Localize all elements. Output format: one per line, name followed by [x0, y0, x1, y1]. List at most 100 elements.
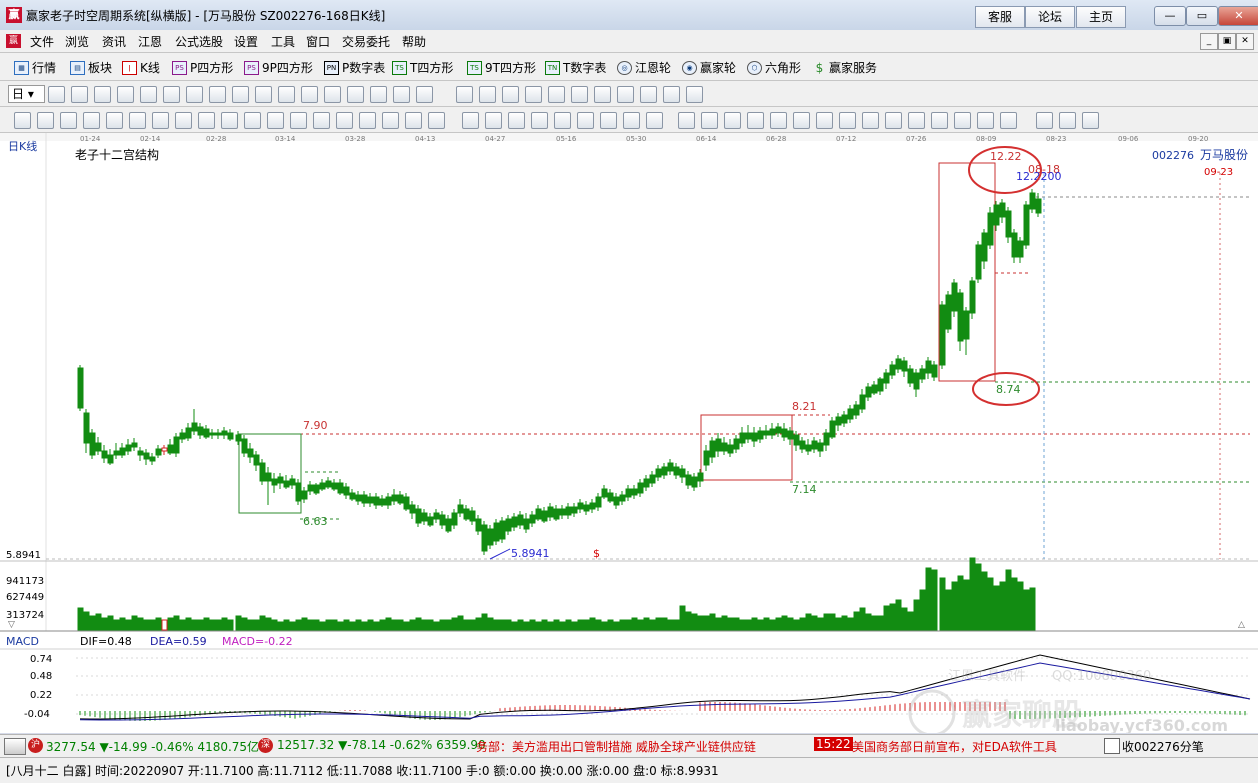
ruler-icon[interactable]	[508, 112, 525, 129]
news-headline-1[interactable]: 务部：美方滥用出口管制措施 威胁全球产业链供应链	[476, 738, 756, 755]
cycle-icon[interactable]	[531, 112, 548, 129]
mdi-restore-button[interactable]: ▣	[1218, 33, 1236, 50]
line-icon[interactable]	[37, 112, 54, 129]
percent-icon[interactable]	[931, 112, 948, 129]
chart-icon[interactable]	[617, 86, 634, 103]
fan-icon[interactable]	[816, 112, 833, 129]
last-icon[interactable]	[186, 86, 203, 103]
cross-icon[interactable]	[502, 86, 519, 103]
ruler-icon[interactable]	[1082, 112, 1099, 129]
ruler-icon[interactable]	[313, 112, 330, 129]
9p-square-tool[interactable]: PS 9P四方形	[244, 59, 313, 76]
first-icon[interactable]	[640, 86, 657, 103]
hand-icon[interactable]	[479, 86, 496, 103]
fan-icon[interactable]	[244, 112, 261, 129]
menu-trade[interactable]: 交易委托	[342, 33, 390, 50]
grid-icon[interactable]	[646, 112, 663, 129]
pen-icon[interactable]	[954, 112, 971, 129]
panel-expand-icon[interactable]: △	[1238, 620, 1245, 630]
percent-icon[interactable]	[747, 112, 764, 129]
zoom-icon[interactable]	[301, 86, 318, 103]
prev-icon[interactable]	[140, 86, 157, 103]
line-icon[interactable]	[600, 112, 617, 129]
info-icon[interactable]	[594, 86, 611, 103]
last-icon[interactable]	[456, 86, 473, 103]
first-icon[interactable]	[117, 86, 134, 103]
menu-browse[interactable]: 浏览	[65, 33, 89, 50]
percent-icon[interactable]	[359, 112, 376, 129]
prev-icon[interactable]	[393, 86, 410, 103]
period-select[interactable]: 日 ▾	[8, 85, 45, 103]
cycle-icon[interactable]	[908, 112, 925, 129]
menu-window[interactable]: 窗口	[306, 33, 330, 50]
close-button[interactable]: ✕	[1218, 6, 1258, 26]
kline-chart[interactable]: 01-24 02-14 02-28 03-14 03-28 04-13 04-27 05-16…	[0, 133, 1258, 737]
fan-icon[interactable]	[428, 112, 445, 129]
menu-formula[interactable]: 公式选股	[175, 33, 223, 50]
forum-button[interactable]: 论坛	[1025, 6, 1075, 28]
fan-icon[interactable]	[60, 112, 77, 129]
kline-tool[interactable]: ǀ K线	[122, 59, 160, 76]
menu-file[interactable]: 文件	[30, 33, 54, 50]
mdi-minimize-button[interactable]: _	[1200, 33, 1218, 50]
percent-icon[interactable]	[554, 112, 571, 129]
pen-icon[interactable]	[577, 112, 594, 129]
next-icon[interactable]	[416, 86, 433, 103]
next-icon[interactable]	[686, 86, 703, 103]
customer-service-button[interactable]: 客服	[975, 6, 1025, 28]
zoom-icon[interactable]	[571, 86, 588, 103]
chart-icon[interactable]	[347, 86, 364, 103]
tick-detail-checkbox[interactable]	[1104, 738, 1120, 754]
winner-wheel-tool[interactable]: ◉ 赢家轮	[682, 59, 736, 76]
cross-icon[interactable]	[232, 86, 249, 103]
hexagon-tool[interactable]: ⬡ 六角形	[747, 59, 801, 76]
grid-icon[interactable]	[462, 112, 479, 129]
line-icon[interactable]	[221, 112, 238, 129]
arrow-icon[interactable]	[678, 112, 695, 129]
info-icon[interactable]	[71, 86, 88, 103]
news-headline-2[interactable]: 美国商务部日前宣布，对EDA软件工具	[852, 738, 1057, 755]
grid-icon[interactable]	[1036, 112, 1053, 129]
grid-icon[interactable]	[83, 112, 100, 129]
ruler-icon[interactable]	[885, 112, 902, 129]
cycle-icon[interactable]	[336, 112, 353, 129]
first-icon[interactable]	[370, 86, 387, 103]
ticker-menu-icon[interactable]	[4, 738, 26, 755]
mdi-close-button[interactable]: ✕	[1236, 33, 1254, 50]
fan-icon[interactable]	[1000, 112, 1017, 129]
t-square-tool[interactable]: TS T四方形	[392, 59, 453, 76]
save-icon[interactable]	[255, 86, 272, 103]
9t-square-tool[interactable]: TS 9T四方形	[467, 59, 536, 76]
prev-icon[interactable]	[663, 86, 680, 103]
print-icon[interactable]	[278, 86, 295, 103]
arrow-icon[interactable]	[290, 112, 307, 129]
quote-tool[interactable]: ▦ 行情	[14, 59, 56, 76]
winner-service-tool[interactable]: $ 赢家服务	[813, 59, 877, 76]
cycle-icon[interactable]	[724, 112, 741, 129]
grid-icon[interactable]	[839, 112, 856, 129]
line-icon[interactable]	[793, 112, 810, 129]
percent-icon[interactable]	[175, 112, 192, 129]
ruler-icon[interactable]	[701, 112, 718, 129]
maximize-button[interactable]: ▭	[1186, 6, 1218, 26]
p-table-tool[interactable]: PN P数字表	[324, 59, 385, 76]
p-square-tool[interactable]: PS P四方形	[172, 59, 233, 76]
menu-help[interactable]: 帮助	[402, 33, 426, 50]
home-button[interactable]: 主页	[1076, 6, 1126, 28]
pen-icon[interactable]	[770, 112, 787, 129]
zoom-icon[interactable]	[48, 86, 65, 103]
print-icon[interactable]	[548, 86, 565, 103]
panel-collapse-icon[interactable]: ▽	[8, 620, 15, 630]
gann-wheel-tool[interactable]: ◎ 江恩轮	[617, 59, 671, 76]
arrow-icon[interactable]	[862, 112, 879, 129]
ruler-icon[interactable]	[129, 112, 146, 129]
menu-gann[interactable]: 江恩	[138, 33, 162, 50]
line-icon[interactable]	[977, 112, 994, 129]
menu-settings[interactable]: 设置	[234, 33, 258, 50]
chart-area[interactable]: 01-24 02-14 02-28 03-14 03-28 04-13 04-27 05-16…	[0, 133, 1258, 737]
menu-tools[interactable]: 工具	[271, 33, 295, 50]
cycle-icon[interactable]	[152, 112, 169, 129]
arrow-icon[interactable]	[106, 112, 123, 129]
line-icon[interactable]	[405, 112, 422, 129]
arrow-icon[interactable]	[1059, 112, 1076, 129]
